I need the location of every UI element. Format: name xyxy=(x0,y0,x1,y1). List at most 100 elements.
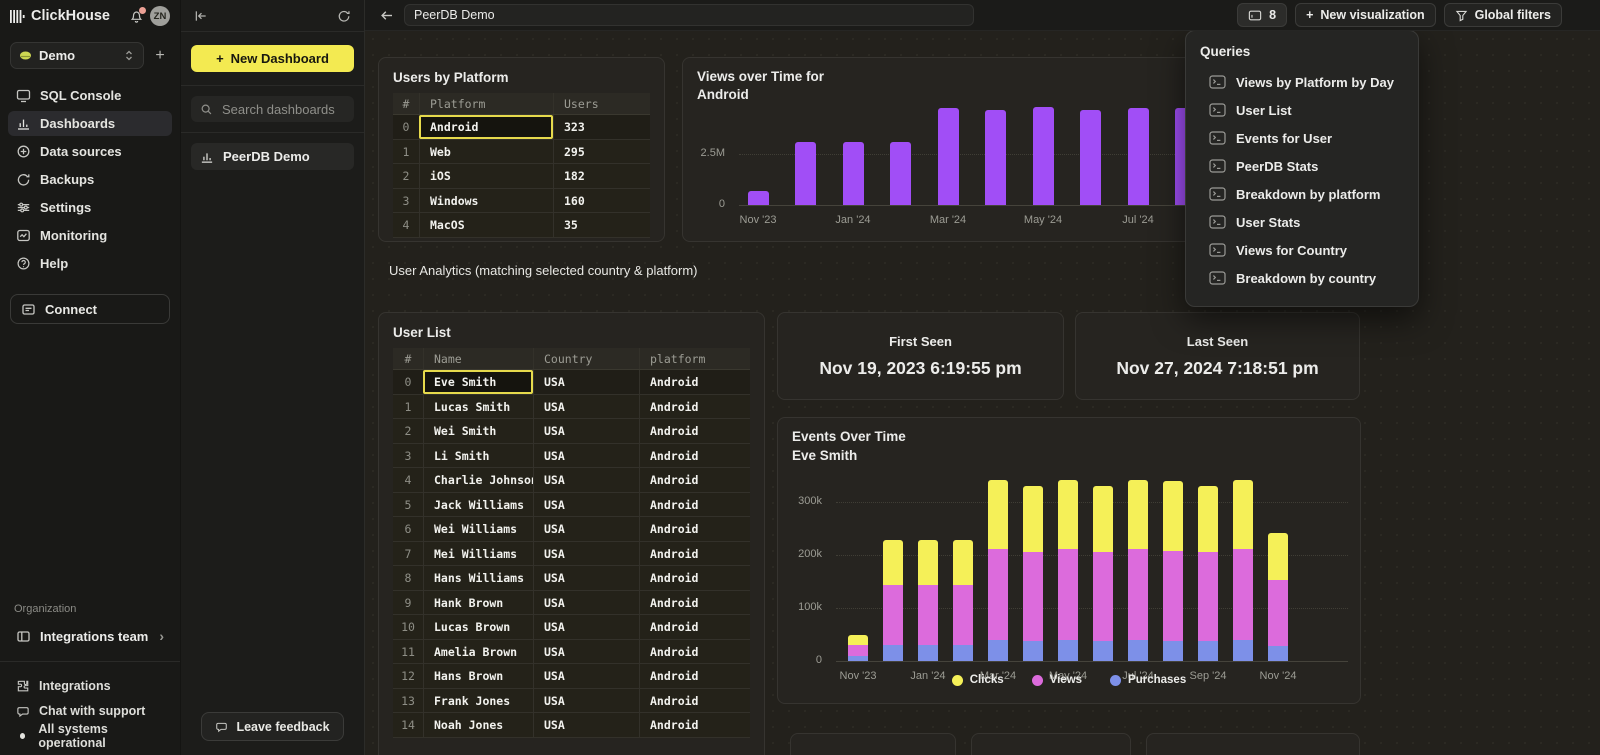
table-cell[interactable]: Android xyxy=(419,115,553,139)
column-header[interactable]: Users xyxy=(553,93,650,114)
bar-segment[interactable] xyxy=(988,549,1008,640)
bar-segment[interactable] xyxy=(1058,480,1078,549)
organization-team-item[interactable]: Integrations team › xyxy=(8,623,172,649)
table-cell[interactable]: USA xyxy=(533,689,639,713)
bar-segment[interactable] xyxy=(1198,641,1218,661)
table-row[interactable]: 3Li SmithUSAAndroid xyxy=(393,444,750,469)
table-row[interactable]: 12Hans BrownUSAAndroid xyxy=(393,664,750,689)
table-cell[interactable]: Android xyxy=(639,689,750,713)
new-dashboard-button[interactable]: + New Dashboard xyxy=(191,45,354,72)
table-cell[interactable]: Android xyxy=(639,664,750,688)
table-cell[interactable]: Lucas Smith xyxy=(423,395,533,419)
table-cell[interactable]: USA xyxy=(533,640,639,664)
table-cell[interactable]: Hans Williams xyxy=(423,566,533,590)
bar-segment[interactable] xyxy=(1233,549,1253,640)
bar-segment[interactable] xyxy=(848,645,868,657)
notifications-bell-icon[interactable] xyxy=(129,9,144,24)
table-row[interactable]: 4Charlie JohnsonUSAAndroid xyxy=(393,468,750,493)
table-cell[interactable]: Android xyxy=(639,468,750,492)
table-cell[interactable]: Mei Williams xyxy=(423,542,533,566)
table-row[interactable]: 10Lucas BrownUSAAndroid xyxy=(393,615,750,640)
bar-segment[interactable] xyxy=(1163,641,1183,661)
system-status-item[interactable]: All systems operational xyxy=(0,724,180,747)
bar-segment[interactable] xyxy=(1268,580,1288,646)
global-filters-button[interactable]: Global filters xyxy=(1444,3,1562,27)
table-row[interactable]: 8Hans WilliamsUSAAndroid xyxy=(393,566,750,591)
table-row[interactable]: 5Jack WilliamsUSAAndroid xyxy=(393,493,750,518)
table-cell[interactable]: Charlie Johnson xyxy=(423,468,533,492)
table-row[interactable]: 2Wei SmithUSAAndroid xyxy=(393,419,750,444)
table-cell[interactable]: USA xyxy=(533,370,639,394)
table-cell[interactable]: USA xyxy=(533,444,639,468)
bar-segment[interactable] xyxy=(1093,486,1113,552)
table-cell[interactable]: USA xyxy=(533,493,639,517)
table-cell[interactable]: 182 xyxy=(553,164,650,188)
table-cell[interactable]: Android xyxy=(639,640,750,664)
workspace-selector[interactable]: Demo xyxy=(10,42,144,69)
bar-segment[interactable] xyxy=(1128,640,1148,661)
search-input[interactable] xyxy=(220,101,345,118)
bar-segment[interactable] xyxy=(918,585,938,645)
table-cell[interactable]: USA xyxy=(533,395,639,419)
bar-segment[interactable] xyxy=(1033,107,1054,205)
bar-segment[interactable] xyxy=(748,191,769,205)
table-cell[interactable]: Eve Smith xyxy=(423,370,533,394)
new-visualization-button[interactable]: + New visualization xyxy=(1295,3,1436,27)
bar-segment[interactable] xyxy=(1023,641,1043,661)
user-avatar[interactable]: ZN xyxy=(150,6,170,26)
sidebar-item-help[interactable]: Help xyxy=(8,251,172,276)
table-row[interactable]: 9Hank BrownUSAAndroid xyxy=(393,591,750,616)
bar-segment[interactable] xyxy=(1058,549,1078,640)
connect-button[interactable]: Connect xyxy=(10,294,170,324)
table-row[interactable]: 1Lucas SmithUSAAndroid xyxy=(393,395,750,420)
bar-segment[interactable] xyxy=(848,635,868,645)
table-cell[interactable]: MacOS xyxy=(419,213,553,237)
table-cell[interactable]: Android xyxy=(639,615,750,639)
query-item[interactable]: Views for Country xyxy=(1200,236,1404,264)
bar-segment[interactable] xyxy=(1080,110,1101,205)
table-cell[interactable]: Android xyxy=(639,517,750,541)
legend-item[interactable]: Views xyxy=(1032,674,1082,686)
bar-segment[interactable] xyxy=(795,142,816,205)
bar-segment[interactable] xyxy=(938,108,959,205)
leave-feedback-button[interactable]: Leave feedback xyxy=(201,712,343,741)
sidebar-item-data-sources[interactable]: Data sources xyxy=(8,139,172,164)
collapse-sidebar-icon[interactable] xyxy=(194,9,208,23)
bar-segment[interactable] xyxy=(985,110,1006,205)
query-item[interactable]: PeerDB Stats xyxy=(1200,152,1404,180)
table-cell[interactable]: 295 xyxy=(553,140,650,164)
legend-item[interactable]: Clicks xyxy=(952,674,1004,686)
table-cell[interactable]: 160 xyxy=(553,189,650,213)
table-cell[interactable]: USA xyxy=(533,566,639,590)
table-cell[interactable]: USA xyxy=(533,468,639,492)
bar-segment[interactable] xyxy=(883,645,903,661)
sidebar-item-chat-support[interactable]: Chat with support xyxy=(0,699,180,722)
table-cell[interactable]: USA xyxy=(533,517,639,541)
dashboard-list-item[interactable]: PeerDB Demo xyxy=(191,143,354,170)
sidebar-item-settings[interactable]: Settings xyxy=(8,195,172,220)
sidebar-item-dashboards[interactable]: Dashboards xyxy=(8,111,172,136)
bar-segment[interactable] xyxy=(918,540,938,585)
table-cell[interactable]: iOS xyxy=(419,164,553,188)
table-cell[interactable]: 323 xyxy=(553,115,650,139)
bar-segment[interactable] xyxy=(1198,486,1218,552)
table-row[interactable]: 3Windows160 xyxy=(393,189,650,214)
column-header[interactable]: # xyxy=(393,348,423,369)
bar-segment[interactable] xyxy=(1093,641,1113,661)
add-service-button[interactable]: + xyxy=(150,46,170,66)
bar-segment[interactable] xyxy=(1198,552,1218,641)
clickhouse-logo-icon[interactable] xyxy=(10,9,25,24)
bar-segment[interactable] xyxy=(1163,481,1183,550)
table-cell[interactable]: Android xyxy=(639,566,750,590)
sidebar-item-backups[interactable]: Backups xyxy=(8,167,172,192)
table-cell[interactable]: Amelia Brown xyxy=(423,640,533,664)
table-cell[interactable]: 35 xyxy=(553,213,650,237)
query-item[interactable]: Events for User xyxy=(1200,124,1404,152)
bar-segment[interactable] xyxy=(890,142,911,205)
table-row[interactable]: 0Eve SmithUSAAndroid xyxy=(393,370,750,395)
table-cell[interactable]: Lucas Brown xyxy=(423,615,533,639)
bar-segment[interactable] xyxy=(848,656,868,661)
query-item[interactable]: Breakdown by country xyxy=(1200,264,1404,292)
sidebar-item-integrations[interactable]: Integrations xyxy=(0,674,180,697)
column-header[interactable]: platform xyxy=(639,348,750,369)
